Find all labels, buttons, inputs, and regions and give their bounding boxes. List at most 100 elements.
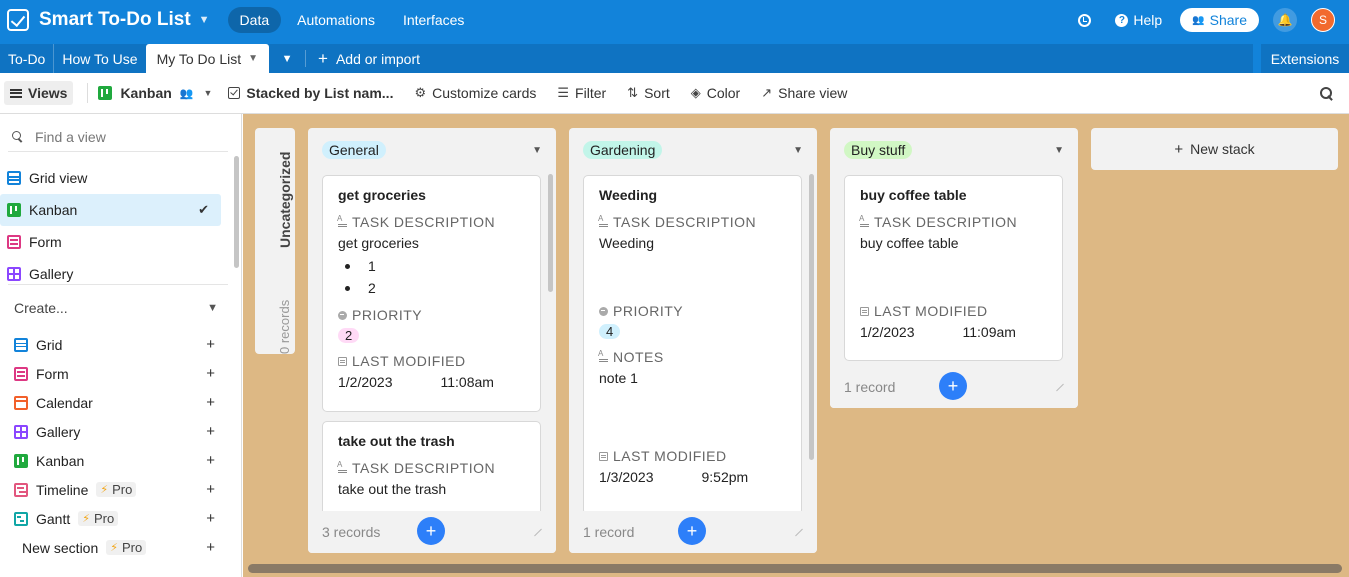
priority-pill: 2 (338, 328, 360, 343)
current-view-button[interactable]: Kanban 👥 ▼ (98, 85, 212, 101)
avatar[interactable]: S (1311, 8, 1335, 32)
field-value: take out the trash (338, 481, 447, 497)
create-grid[interactable]: Grid + (0, 330, 240, 359)
chevron-down-icon[interactable]: ▼ (199, 14, 210, 26)
search-icon[interactable] (1320, 86, 1333, 100)
grid-icon (7, 171, 21, 185)
sort-label: Sort (644, 85, 670, 101)
field-label-text: LAST MODIFIED (352, 353, 466, 369)
sort-button[interactable]: ⇅ Sort (627, 85, 670, 101)
create-item-label: Timeline (36, 481, 89, 498)
tab-how-to-use[interactable]: How To Use (54, 44, 145, 73)
chevron-down-icon[interactable]: ▼ (532, 145, 542, 156)
new-stack-button[interactable]: + New stack (1091, 128, 1338, 170)
new-stack-label: New stack (1190, 141, 1255, 157)
find-view-input[interactable]: Find a view (8, 122, 228, 152)
base-title[interactable]: Smart To-Do List (39, 9, 191, 31)
stack-scrollbar[interactable] (809, 174, 814, 460)
field-label: TASK DESCRIPTION (337, 214, 525, 231)
create-form[interactable]: Form + (0, 359, 240, 388)
create-calendar[interactable]: Calendar + (0, 388, 240, 417)
nav-data[interactable]: Data (227, 7, 282, 33)
stack-label[interactable]: Buy stuff (844, 141, 913, 159)
record-count: 1 record (583, 524, 635, 540)
help-button[interactable]: ? Help (1115, 12, 1162, 28)
last-modified-icon (860, 306, 869, 316)
expand-icon[interactable] (1055, 383, 1064, 392)
date-value: 1/2/2023 (860, 324, 915, 340)
sidebar-item-form[interactable]: Form (0, 226, 221, 258)
plus-icon: + (1174, 140, 1184, 158)
board-horizontal-scrollbar[interactable] (248, 564, 1342, 573)
share-view-button[interactable]: ↗ Share view (761, 85, 847, 101)
sidebar-item-kanban[interactable]: Kanban ✔ (0, 194, 221, 226)
tab-to-do[interactable]: To-Do (0, 44, 55, 73)
share-button[interactable]: 👥 Share (1180, 8, 1259, 32)
record-card[interactable]: buy coffee table TASK DESCRIPTION buy co… (844, 175, 1063, 361)
kanban-icon (98, 86, 113, 100)
add-import-label: Add or import (335, 50, 421, 67)
date-time: 1/2/2023 11:08am (338, 374, 525, 390)
stacked-by-button[interactable]: Stacked by List nam... (228, 85, 393, 101)
app-header: Smart To-Do List ▼ Data Automations Inte… (0, 0, 1349, 40)
tabs-more-chevron-icon[interactable]: ▼ (269, 53, 305, 65)
create-gantt[interactable]: Gantt ⚡ Pro + (0, 504, 240, 533)
color-button[interactable]: ◈ Color (691, 85, 740, 101)
stack-header: Gardening ▼ (569, 128, 817, 172)
views-toggle-button[interactable]: Views (4, 81, 74, 105)
gallery-icon (7, 267, 21, 281)
record-card[interactable]: Weeding TASK DESCRIPTION Weeding PRIORIT… (583, 175, 802, 515)
history-icon[interactable] (1078, 13, 1092, 27)
field-value: get groceries (338, 235, 419, 251)
sidebar-scrollbar[interactable] (234, 156, 239, 268)
field-label: LAST MODIFIED (860, 303, 1047, 319)
pro-badge: ⚡ Pro (78, 511, 119, 526)
field-label-text: TASK DESCRIPTION (352, 214, 496, 230)
expand-icon[interactable] (533, 528, 542, 537)
sidebar-item-grid-view[interactable]: Grid view (0, 162, 221, 194)
create-new-section[interactable]: New section ⚡ Pro + (0, 533, 240, 562)
tab-my-to-do-list[interactable]: My To Do List ▼ (145, 44, 270, 73)
plus-icon: + (206, 539, 215, 556)
extensions-button[interactable]: Extensions (1261, 44, 1349, 73)
filter-button[interactable]: ☰ Filter (557, 85, 606, 101)
create-item-label: Kanban (36, 452, 85, 469)
help-label: Help (1133, 12, 1163, 28)
record-count: 3 records (322, 524, 381, 540)
field-label-text: PRIORITY (613, 303, 684, 319)
nav-automations[interactable]: Automations (285, 7, 387, 33)
card-title: get groceries (338, 187, 426, 203)
field-label: TASK DESCRIPTION (598, 214, 786, 231)
customize-label: Customize cards (432, 85, 537, 101)
stack-footer: 3 records + (308, 511, 556, 553)
chevron-down-icon[interactable]: ▼ (248, 53, 258, 64)
field-label-text: TASK DESCRIPTION (874, 214, 1018, 230)
field-label: PRIORITY (338, 307, 525, 323)
bell-icon[interactable]: 🔔 (1273, 8, 1297, 32)
add-record-button[interactable]: + (678, 517, 706, 545)
select-field-icon (599, 306, 608, 316)
create-section-toggle[interactable]: Create... ▼ (14, 300, 218, 316)
stack-scrollbar[interactable] (548, 174, 553, 292)
chevron-down-icon[interactable]: ▼ (1054, 145, 1064, 156)
checkbox-logo-icon[interactable] (7, 9, 29, 31)
stack-label[interactable]: General (322, 141, 386, 159)
stack-label[interactable]: Gardening (583, 141, 663, 159)
add-record-button[interactable]: + (417, 517, 445, 545)
chevron-down-icon[interactable]: ▼ (793, 145, 803, 156)
hamburger-icon (10, 88, 22, 98)
nav-interfaces[interactable]: Interfaces (391, 7, 476, 33)
create-gallery[interactable]: Gallery + (0, 417, 240, 446)
add-record-button[interactable]: + (939, 372, 967, 400)
add-or-import-button[interactable]: + Add or import (305, 48, 421, 68)
create-kanban[interactable]: Kanban + (0, 446, 240, 475)
plus-icon: + (318, 48, 328, 68)
customize-cards-button[interactable]: ⚙ Customize cards (414, 85, 536, 101)
gallery-icon (14, 424, 28, 439)
create-timeline[interactable]: Timeline ⚡ Pro + (0, 475, 240, 504)
record-card[interactable]: get groceries TASK DESCRIPTION get groce… (322, 175, 541, 412)
uncategorized-stack[interactable]: Uncategorized 0 records (255, 128, 295, 354)
expand-icon[interactable] (794, 528, 803, 537)
share-view-label: Share view (778, 85, 848, 101)
sidebar-item-gallery[interactable]: Gallery (0, 258, 221, 290)
